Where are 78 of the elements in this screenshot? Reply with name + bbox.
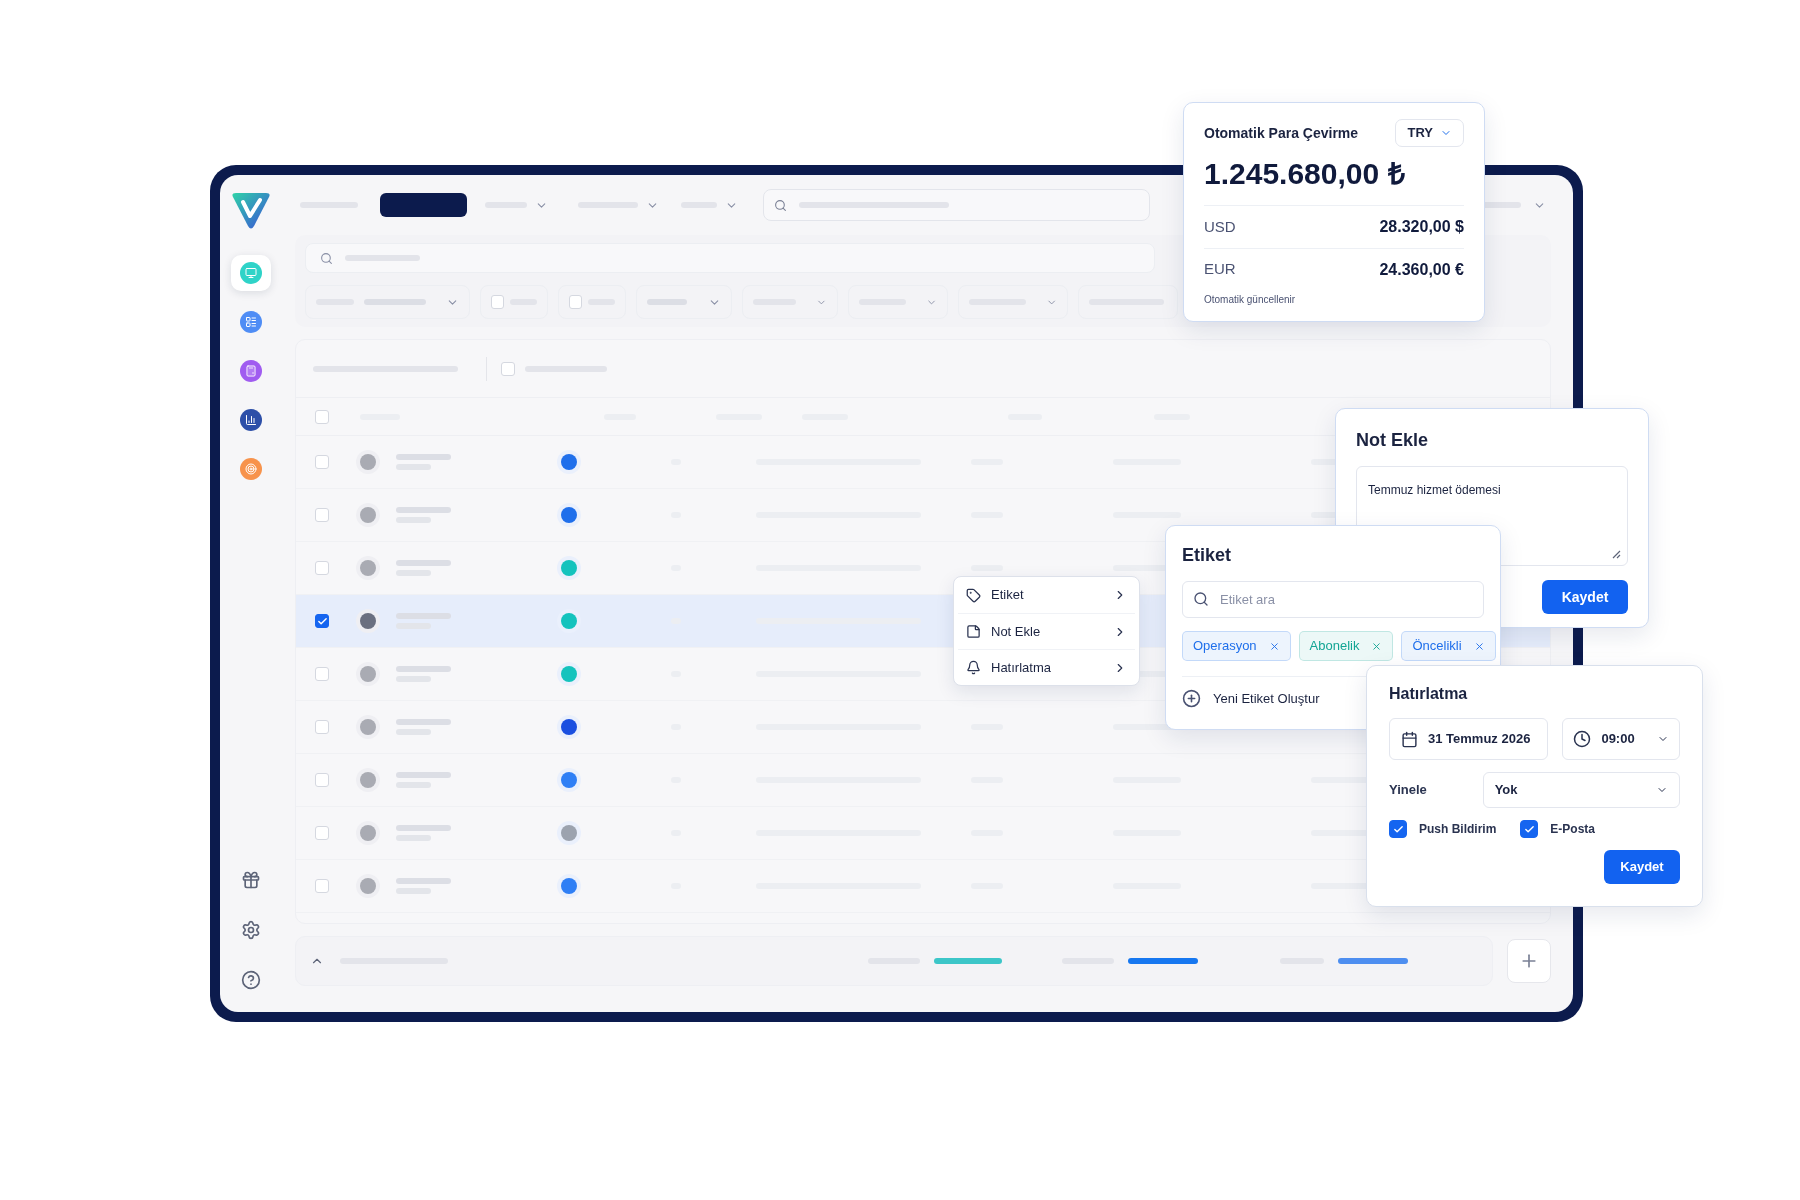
placeholder-bar	[934, 958, 1002, 964]
total-amount: 1.245.680,00 ₺	[1204, 159, 1406, 189]
currency-value: 28.320,00 $	[1379, 217, 1464, 237]
currency-value: 24.360,00 €	[1379, 259, 1464, 280]
filter-dropdown[interactable]	[848, 285, 948, 319]
option-label: E-Posta	[1550, 821, 1596, 838]
placeholder-bar	[1338, 958, 1408, 964]
gift-icon[interactable]	[241, 870, 261, 890]
search-field[interactable]	[305, 243, 1155, 273]
avatar	[360, 507, 376, 523]
avatar	[360, 454, 376, 470]
placeholder-bar	[396, 666, 451, 672]
search-icon	[774, 198, 787, 212]
tag-chip[interactable]: Operasyon	[1182, 631, 1291, 661]
placeholder-bar	[396, 878, 451, 884]
update-note: Otomatik güncellenir	[1204, 293, 1297, 307]
placeholder-bar	[396, 454, 451, 460]
checkbox[interactable]	[1520, 820, 1539, 838]
time-select[interactable]: 09:00	[1562, 718, 1680, 760]
date-field[interactable]: 31 Temmuz 2026	[1389, 718, 1549, 760]
card-title: Otomatik Para Çevirme	[1204, 123, 1359, 143]
menu-item[interactable]: Not Ekle	[958, 613, 1135, 649]
placeholder-bar	[396, 719, 451, 725]
placeholder-bar	[396, 772, 451, 778]
avatar	[360, 613, 376, 629]
save-button[interactable]: Kaydet	[1542, 580, 1628, 614]
tag-chip[interactable]: Öncelikli	[1401, 631, 1496, 661]
remove-icon[interactable]	[1268, 640, 1280, 652]
avatar	[360, 825, 376, 841]
logo-icon	[231, 193, 271, 229]
check-icon	[1523, 823, 1535, 835]
repeat-label: Yinele	[1389, 781, 1428, 800]
filter-dropdown[interactable]	[742, 285, 838, 319]
search-field[interactable]	[763, 189, 1150, 221]
placeholder-bar	[396, 560, 451, 566]
card-title: Not Ekle	[1356, 429, 1430, 452]
note-icon	[966, 624, 981, 639]
plus-circle-icon	[1182, 689, 1201, 709]
currency-code: EUR	[1204, 259, 1236, 280]
save-button[interactable]: Kaydet	[1604, 850, 1680, 884]
check-icon	[1392, 823, 1404, 835]
placeholder-bar	[1128, 958, 1198, 964]
tag-icon	[966, 587, 981, 603]
filter-dropdown[interactable]	[305, 285, 470, 319]
remove-icon[interactable]	[1371, 640, 1383, 652]
remove-icon[interactable]	[1473, 640, 1485, 652]
calendar-icon	[1401, 730, 1418, 748]
add-button[interactable]	[1507, 939, 1551, 983]
option-label: Push Bildirim	[1419, 821, 1497, 838]
search-icon	[320, 251, 333, 265]
clock-icon	[1573, 730, 1592, 748]
avatar	[360, 878, 376, 894]
filter-dropdown[interactable]	[958, 285, 1068, 319]
checkbox[interactable]	[315, 614, 329, 628]
avatar	[360, 560, 376, 576]
avatar	[360, 772, 376, 788]
filter-dropdown[interactable]	[636, 285, 732, 319]
card-title: Hatırlatma	[1389, 684, 1469, 704]
tag-search-field[interactable]: Etiket ara	[1182, 581, 1484, 618]
help-icon[interactable]	[241, 970, 261, 990]
check-icon	[316, 615, 328, 627]
currency-code: USD	[1204, 216, 1236, 237]
create-tag-link[interactable]: Yeni Etiket Oluştur	[1182, 689, 1320, 709]
nav-pill[interactable]	[380, 193, 467, 217]
avatar	[360, 666, 376, 682]
search-icon	[1193, 591, 1209, 607]
currency-select[interactable]: TRY	[1395, 119, 1464, 147]
bell-icon	[966, 660, 981, 675]
menu-item[interactable]: Etiket	[958, 577, 1135, 613]
card-title: Etiket	[1182, 544, 1233, 567]
placeholder-bar	[396, 825, 451, 831]
checkbox[interactable]	[1389, 820, 1407, 838]
menu-item[interactable]: Hatırlatma	[958, 649, 1135, 685]
resize-grip-icon	[1612, 550, 1621, 559]
repeat-select[interactable]: Yok	[1482, 772, 1680, 808]
avatar	[360, 719, 376, 735]
placeholder-bar	[396, 507, 451, 513]
settings-icon[interactable]	[241, 920, 261, 940]
